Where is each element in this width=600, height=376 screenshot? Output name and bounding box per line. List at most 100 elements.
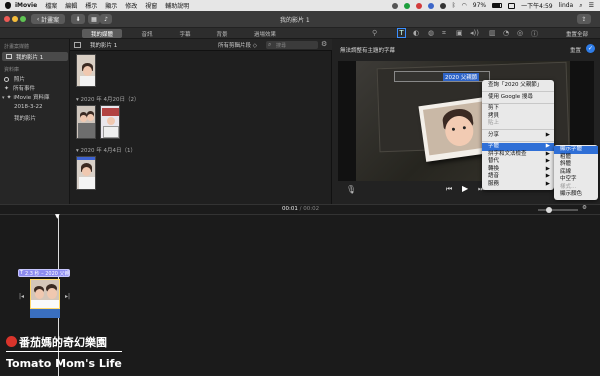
media-thumbnail[interactable] — [100, 105, 120, 139]
list-icon[interactable]: ☰ — [589, 2, 594, 9]
menu-item-copy[interactable]: 拷貝 — [482, 113, 554, 121]
reset-all-label[interactable]: 重置全部 — [566, 30, 588, 38]
bluetooth-icon[interactable]: ᛒ — [452, 2, 456, 9]
info-icon[interactable]: ⓘ — [531, 29, 538, 39]
input-source-icon[interactable] — [508, 2, 516, 9]
apply-checkmark-icon[interactable]: ✓ — [586, 44, 595, 53]
clip-audio-bar[interactable] — [30, 309, 60, 318]
sidebar-item-all-events[interactable]: ✦ 所有事件 — [4, 84, 35, 92]
menu-app[interactable]: iMovie — [15, 2, 37, 9]
audio-toggle-button[interactable]: ♪ — [100, 14, 112, 24]
menu-item-spelling[interactable]: 拼字和文法檢查 ▶ — [482, 151, 554, 159]
battery-icon[interactable] — [492, 3, 503, 8]
menu-window[interactable]: 視窗 — [145, 1, 157, 10]
status-icon[interactable] — [439, 2, 446, 9]
menu-item-substitutions[interactable]: 替代 ▶ — [482, 158, 554, 166]
menu-separator — [482, 129, 554, 130]
video-clip[interactable] — [30, 279, 60, 309]
menu-item-services[interactable]: 服務 ▶ — [482, 181, 554, 189]
user-name[interactable]: linda — [559, 2, 574, 9]
tab-my-media[interactable]: 我的媒體 — [82, 29, 122, 38]
sidebar-item-project[interactable]: 我的影片 1 — [2, 52, 68, 61]
sidebar-item-event[interactable]: 我的影片 — [14, 114, 36, 122]
menu-item-font[interactable]: 字體 ▶ — [482, 143, 554, 151]
menu-item-speech[interactable]: 語音 ▶ — [482, 173, 554, 181]
clip-trim-right-icon[interactable]: ▸| — [65, 293, 70, 300]
disclosure-triangle-icon[interactable]: ▾ — [2, 95, 5, 101]
stabilization-icon[interactable]: ▣ — [456, 29, 463, 37]
menu-item-show-fonts[interactable]: 顯示字體 — [554, 146, 598, 154]
title-tool-icon[interactable]: T — [397, 28, 406, 38]
status-icon[interactable] — [391, 2, 398, 9]
media-toggle-button[interactable]: ▦ — [88, 14, 100, 24]
color-balance-icon[interactable]: ◐ — [413, 29, 419, 37]
menu-item-outline[interactable]: 中空字 — [554, 176, 598, 184]
menu-item-italic[interactable]: 斜體 — [554, 161, 598, 169]
settings-gear-icon[interactable]: ⚙ — [321, 40, 327, 48]
menu-item-lookup[interactable]: 查詢「2020 父親節」 — [482, 82, 554, 90]
magic-wand-icon[interactable]: ⚲ — [372, 29, 377, 37]
zoom-slider-knob[interactable] — [546, 207, 552, 213]
timeline-settings-label[interactable]: ⚙ — [582, 205, 587, 211]
menu-item-share[interactable]: 分享 ▶ — [482, 132, 554, 140]
color-correction-icon[interactable]: ◍ — [428, 29, 434, 37]
clip-filter-select[interactable]: 所有剪輯片段 ◇ — [218, 41, 257, 49]
wifi-icon[interactable]: ◠ — [462, 2, 467, 9]
volume-icon[interactable]: ◂)) — [470, 29, 479, 37]
share-button[interactable]: ⇪ — [577, 14, 591, 24]
menu-item-transformations[interactable]: 轉換 ▶ — [482, 166, 554, 174]
title-clip[interactable]: T 2.3 秒 – 2020 父親節 — [18, 269, 70, 277]
reset-button[interactable]: 重置 — [570, 46, 581, 54]
sidebar-section-project-media: 計畫案媒體 — [4, 44, 30, 50]
menu-item-show-colors[interactable]: 顯示顏色 — [554, 191, 598, 199]
import-button[interactable]: ⬇ — [71, 14, 85, 24]
media-thumbnail[interactable] — [76, 156, 96, 190]
sidebar-toggle-icon[interactable] — [74, 42, 81, 48]
window-zoom-icon[interactable] — [20, 16, 26, 22]
menu-item-bold[interactable]: 粗體 — [554, 154, 598, 162]
media-thumbnail[interactable] — [76, 105, 96, 139]
crop-icon[interactable]: ⌗ — [442, 29, 446, 38]
skip-back-icon[interactable]: ⏮ — [446, 185, 452, 194]
back-to-projects-button[interactable]: ‹ 計畫案 — [31, 14, 65, 24]
battery-percent[interactable]: 97% — [473, 2, 486, 9]
tab-backgrounds[interactable]: 背景 — [207, 29, 237, 38]
menu-file[interactable]: 檔案 — [45, 1, 57, 10]
microphone-icon[interactable]: 🎙 — [346, 185, 356, 194]
speed-icon[interactable]: ◔ — [503, 29, 509, 37]
watermark-rule — [6, 351, 122, 352]
sidebar-item-library[interactable]: ▾ ✦ iMovie 資料庫 — [2, 93, 49, 101]
window-close-icon[interactable] — [4, 16, 10, 22]
sidebar-item-event[interactable]: 2018-3-22 — [14, 104, 42, 110]
status-icon[interactable] — [427, 2, 434, 9]
media-thumbnail[interactable] — [76, 54, 96, 87]
title-text-selection[interactable]: 2020 父親節 — [443, 73, 480, 81]
tab-titles[interactable]: 字幕 — [170, 29, 200, 38]
status-icon[interactable] — [403, 2, 410, 9]
menu-mark[interactable]: 標示 — [85, 1, 97, 10]
sidebar-item-photos[interactable]: 照片 — [4, 75, 25, 83]
menu-edit[interactable]: 編輯 — [65, 1, 77, 10]
status-icon[interactable] — [415, 2, 422, 9]
playhead-handle-icon[interactable]: ▼ — [55, 213, 60, 220]
noise-reduction-icon[interactable]: ▥ — [489, 29, 496, 37]
menu-item-underline[interactable]: 底線 — [554, 169, 598, 177]
filter-icon[interactable]: ◎ — [517, 29, 523, 37]
clock[interactable]: 一下午4:59 — [521, 1, 552, 10]
clip-trim-left-icon[interactable]: |◂ — [19, 293, 24, 300]
menu-modify[interactable]: 修改 — [125, 1, 137, 10]
search-icon[interactable]: ⌕ — [579, 2, 582, 10]
menu-bar: iMovie 檔案 編輯 標示 顯示 修改 視窗 輔助說明 ᛒ ◠ 97% 一下… — [0, 0, 600, 11]
apple-icon[interactable] — [5, 2, 11, 9]
menu-item-google-search[interactable]: 使用 Google 搜尋 — [482, 94, 554, 102]
menu-help[interactable]: 輔助說明 — [165, 1, 189, 10]
title-text-field[interactable]: 2020 父親節 — [394, 71, 490, 82]
menu-view[interactable]: 顯示 — [105, 1, 117, 10]
menu-item-cut[interactable]: 剪下 — [482, 105, 554, 113]
tab-audio[interactable]: 音訊 — [132, 29, 162, 38]
zoom-slider[interactable] — [538, 207, 578, 213]
play-icon[interactable]: ▶ — [462, 184, 468, 193]
tab-transitions[interactable]: 過場效果 — [245, 29, 285, 38]
window-minimize-icon[interactable] — [12, 16, 18, 22]
search-input[interactable]: ⌕ 搜尋 — [266, 41, 318, 49]
